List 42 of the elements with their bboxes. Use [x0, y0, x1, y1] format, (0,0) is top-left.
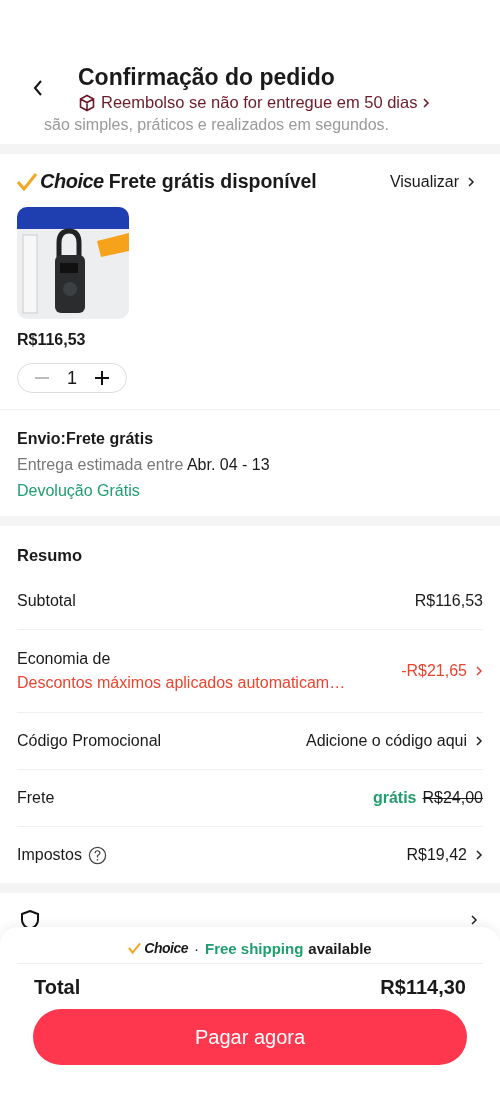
total-label: Total [34, 976, 81, 999]
choice-logo-text: Choice [144, 940, 188, 956]
summary-title: Resumo [17, 546, 84, 565]
row-value: R$19,42 [406, 846, 467, 864]
section-title: Frete grátis disponível [108, 170, 317, 193]
chevron-icon[interactable] [475, 735, 483, 747]
free-shipping-text: Free shipping [204, 939, 304, 957]
pay-button[interactable]: Pagar agora [33, 1009, 467, 1065]
delivery-estimate: Entrega estimada entre Abr. 04 - 13 [17, 456, 271, 474]
row-label: Economia de [17, 650, 111, 668]
page-title: Confirmação do pedido [78, 64, 336, 91]
row-value: Adicione o código aqui [306, 732, 467, 750]
total-value: R$114,30 [380, 976, 466, 999]
check-icon [17, 172, 37, 191]
back-icon[interactable] [32, 79, 44, 97]
box-icon [78, 93, 96, 112]
row-label: Impostos [17, 846, 82, 864]
available-text: available [308, 939, 372, 957]
row-value: -R$21,65 [401, 662, 467, 680]
product-price: R$116,53 [17, 331, 87, 349]
check-icon [128, 942, 142, 954]
free-label: grátis [372, 789, 417, 807]
quantity-value: 1 [67, 367, 77, 389]
chevron-icon[interactable] [475, 849, 483, 861]
row-label: Código Promocional [17, 732, 162, 750]
shipping-method: Envio:Frete grátis [17, 430, 155, 448]
shield-icon [20, 910, 40, 930]
scrolled-text: são simples, práticos e realizados em segundos. [43, 115, 391, 135]
row-value: R$116,53 [414, 592, 483, 610]
row-label: Subtotal [17, 592, 76, 610]
chevron-icon [422, 96, 431, 109]
chevron-icon [467, 175, 475, 188]
row-label: Frete [17, 789, 55, 807]
separator-dot: · [193, 939, 199, 957]
free-returns: Devolução Grátis [17, 482, 141, 500]
chevron-icon[interactable] [470, 914, 478, 926]
discount-note: Descontos máximos aplicados automaticam… [17, 674, 346, 692]
choice-logo-text: Choice [40, 170, 104, 193]
help-icon[interactable] [87, 845, 107, 865]
plus-icon[interactable] [93, 370, 110, 386]
view-link[interactable]: Visualizar [389, 172, 483, 191]
row-value: R$24,00 [422, 789, 483, 807]
